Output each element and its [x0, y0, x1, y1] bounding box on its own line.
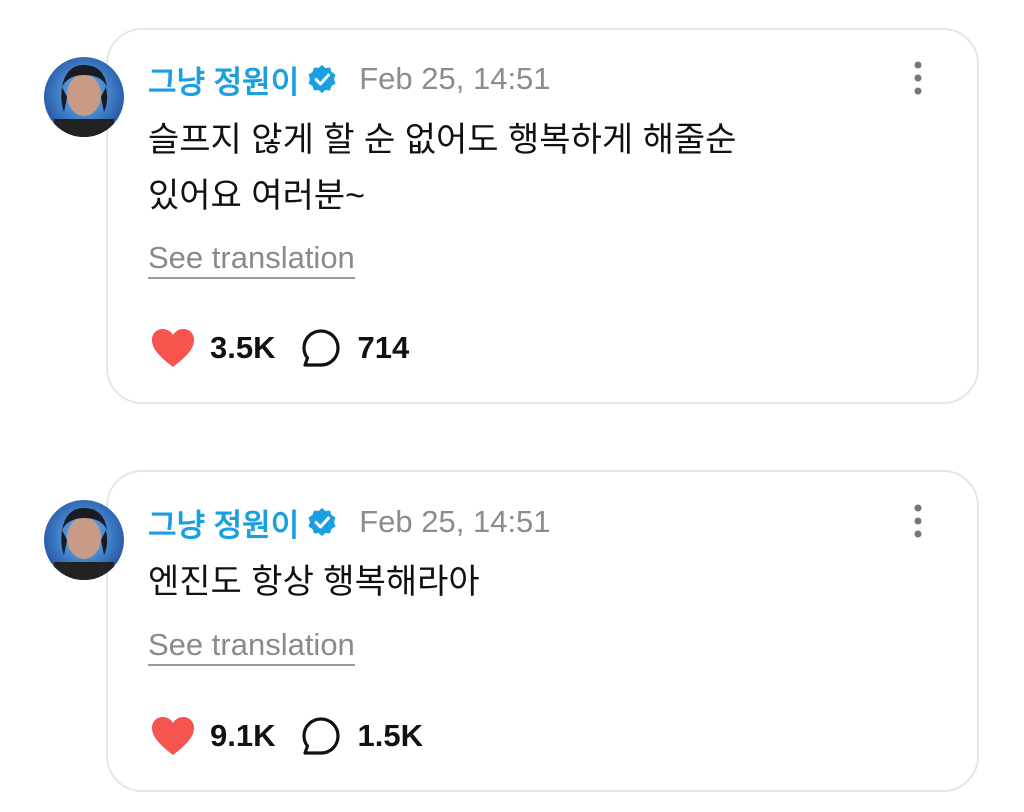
post-actions: 9.1K 1.5K [150, 714, 423, 758]
post-timestamp: Feb 25, 14:51 [359, 61, 551, 96]
post-header: 그냥 정원이 Feb 25, 14:51 [148, 57, 551, 101]
reply-button[interactable]: 714 [275, 328, 409, 368]
verified-badge-icon [307, 64, 337, 94]
username[interactable]: 그냥 정원이 [148, 500, 299, 545]
reply-count: 714 [357, 330, 410, 365]
like-button[interactable]: 9.1K [150, 715, 275, 757]
username[interactable]: 그냥 정원이 [148, 57, 299, 102]
see-translation-link[interactable]: See translation [148, 627, 355, 666]
post-timestamp: Feb 25, 14:51 [359, 504, 551, 539]
avatar[interactable] [44, 57, 124, 137]
verified-badge-icon [307, 507, 337, 537]
heart-icon [152, 329, 194, 367]
post-text: 엔진도 항상 행복해라아 [148, 554, 908, 610]
like-button[interactable]: 3.5K [150, 327, 275, 369]
like-count: 9.1K [210, 718, 276, 753]
more-vertical-icon[interactable] [906, 500, 930, 544]
speech-bubble-icon [302, 329, 341, 367]
reply-count: 1.5K [357, 718, 423, 753]
post-text: 슬프지 않게 할 순 없어도 행복하게 해줄순 있어요 여러분~ [148, 112, 908, 224]
avatar[interactable] [44, 500, 124, 580]
more-vertical-icon[interactable] [906, 57, 930, 101]
post-actions: 3.5K 714 [150, 326, 409, 370]
post-text-line: 있어요 여러분~ [148, 177, 365, 215]
speech-bubble-icon [302, 717, 341, 755]
heart-icon [152, 717, 194, 755]
post-text-line: 슬프지 않게 할 순 없어도 행복하게 해줄순 [148, 121, 737, 159]
post-text-line: 엔진도 항상 행복해라아 [148, 563, 480, 601]
like-count: 3.5K [210, 330, 276, 365]
post-header: 그냥 정원이 Feb 25, 14:51 [148, 500, 551, 544]
reply-button[interactable]: 1.5K [275, 716, 423, 756]
see-translation-link[interactable]: See translation [148, 240, 355, 279]
